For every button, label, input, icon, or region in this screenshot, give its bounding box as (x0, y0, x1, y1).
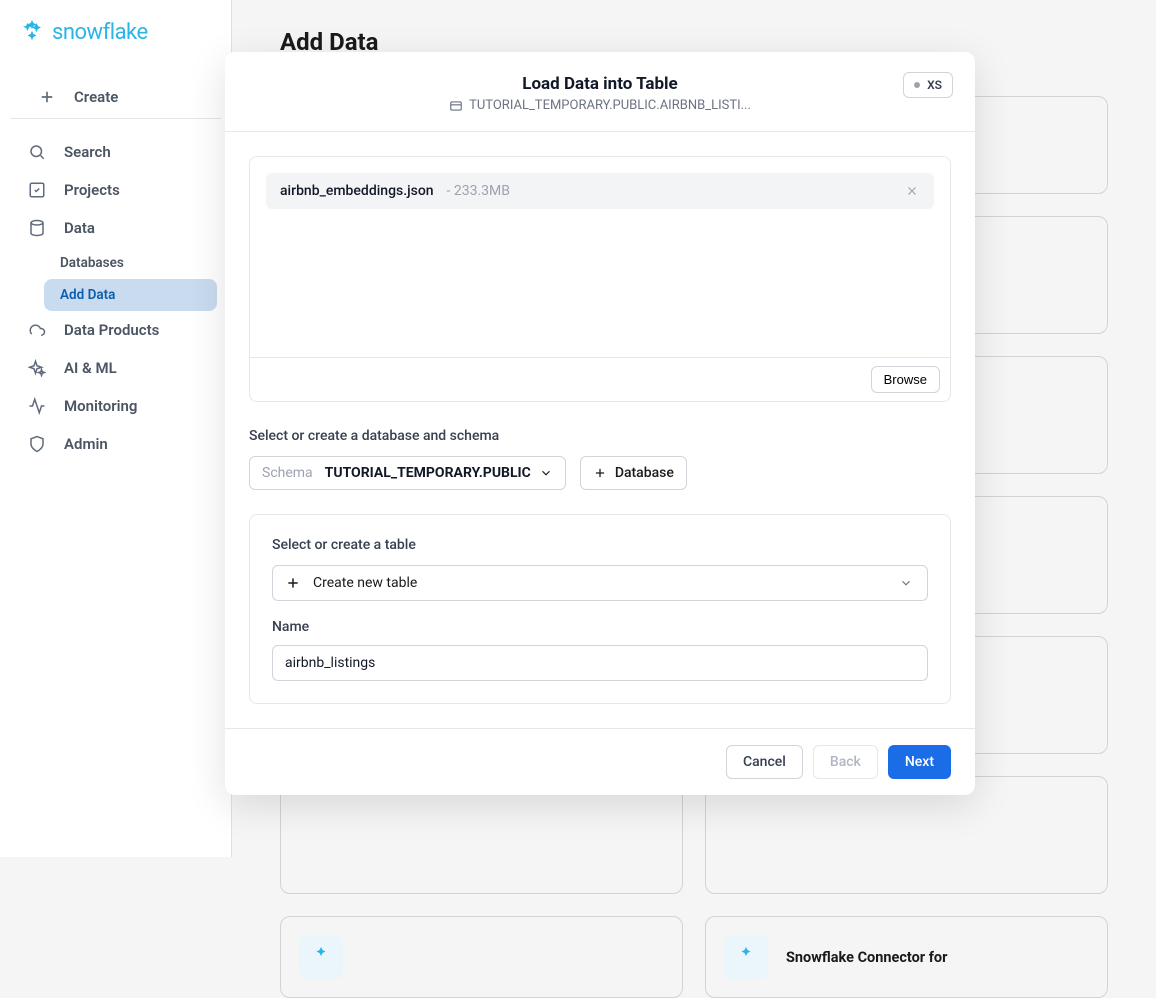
table-icon (449, 99, 463, 113)
modal-title: Load Data into Table (249, 74, 951, 94)
next-button[interactable]: Next (888, 745, 951, 779)
modal-overlay: Load Data into Table TUTORIAL_TEMPORARY.… (0, 0, 1156, 857)
connector-card[interactable]: Snowflake Connector for (705, 916, 1108, 998)
close-icon (905, 184, 919, 198)
modal-subtitle-text: TUTORIAL_TEMPORARY.PUBLIC.AIRBNB_LISTI..… (469, 98, 751, 113)
name-label: Name (272, 619, 928, 635)
chevron-down-icon (899, 576, 913, 590)
table-name-input[interactable] (272, 645, 928, 681)
schema-value: TUTORIAL_TEMPORARY.PUBLIC (325, 465, 531, 481)
browse-button[interactable]: Browse (871, 366, 940, 393)
schema-select[interactable]: Schema TUTORIAL_TEMPORARY.PUBLIC (249, 456, 566, 490)
file-name: airbnb_embeddings.json (280, 183, 434, 199)
chevron-down-icon (539, 466, 553, 480)
back-button[interactable]: Back (813, 745, 878, 779)
plus-icon (285, 575, 301, 591)
warehouse-badge[interactable]: XS (903, 72, 953, 98)
schema-row: Schema TUTORIAL_TEMPORARY.PUBLIC Databas… (249, 456, 951, 490)
connector-card[interactable] (280, 916, 683, 998)
database-button-label: Database (615, 465, 674, 481)
warehouse-size: XS (927, 78, 942, 92)
schema-prefix: Schema (262, 465, 313, 481)
create-database-button[interactable]: Database (580, 456, 687, 490)
modal-header: Load Data into Table TUTORIAL_TEMPORARY.… (225, 52, 975, 132)
snowflake-connector-icon (724, 935, 768, 979)
select-table-label: Select or create a table (272, 537, 928, 553)
remove-file-button[interactable] (904, 183, 920, 199)
modal-subtitle: TUTORIAL_TEMPORARY.PUBLIC.AIRBNB_LISTI..… (249, 98, 951, 113)
connector-title: Snowflake Connector for (786, 949, 947, 966)
file-dropzone[interactable]: airbnb_embeddings.json - 233.3MB Browse (249, 156, 951, 402)
file-list: airbnb_embeddings.json - 233.3MB (250, 157, 950, 357)
plus-icon (593, 466, 607, 480)
load-data-modal: Load Data into Table TUTORIAL_TEMPORARY.… (225, 52, 975, 795)
file-size: - 233.3MB (440, 183, 510, 199)
select-schema-label: Select or create a database and schema (249, 428, 951, 444)
table-select[interactable]: Create new table (272, 565, 928, 601)
snowflake-connector-icon (299, 935, 343, 979)
modal-body: airbnb_embeddings.json - 233.3MB Browse … (225, 132, 975, 728)
cancel-button[interactable]: Cancel (726, 745, 803, 779)
file-chip: airbnb_embeddings.json - 233.3MB (266, 173, 934, 209)
modal-footer: Cancel Back Next (225, 728, 975, 795)
table-select-value: Create new table (313, 575, 417, 591)
status-dot-icon (914, 82, 920, 88)
dropzone-footer: Browse (250, 357, 950, 401)
table-section: Select or create a table Create new tabl… (249, 514, 951, 704)
